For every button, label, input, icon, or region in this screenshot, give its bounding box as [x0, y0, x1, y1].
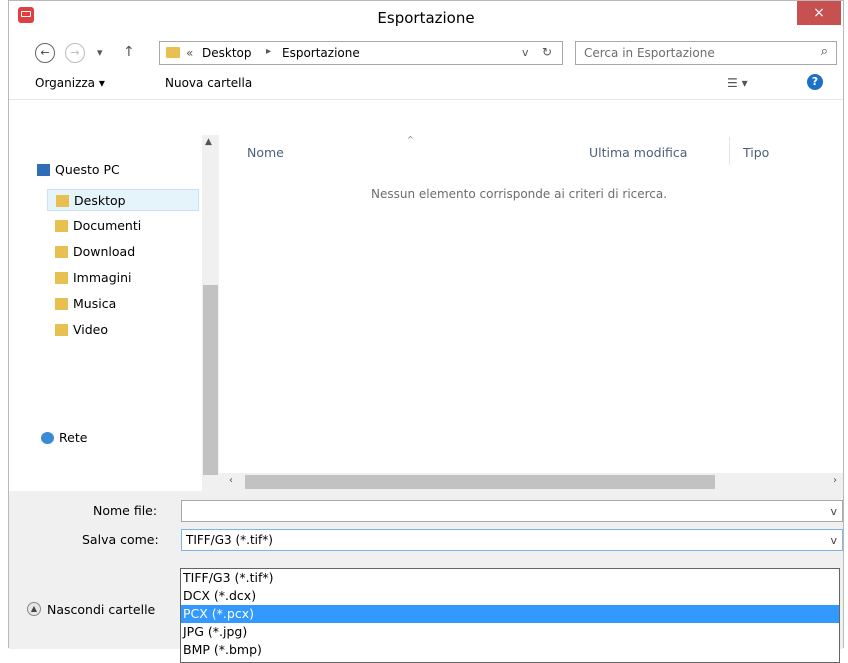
file-list: Nome ^ Ultima modifica Tipo Nessun eleme… — [219, 135, 843, 473]
file-type-dropdown-list: TIFF/G3 (*.tif*) DCX (*.dcx) PCX (*.pcx)… — [180, 568, 840, 663]
address-dropdown-icon[interactable]: v — [522, 46, 529, 59]
back-icon[interactable]: ← — [35, 43, 55, 63]
music-folder-icon — [55, 298, 68, 310]
file-type-option[interactable]: DCX (*.dcx) — [181, 587, 839, 605]
search-icon[interactable]: ⌕ — [821, 44, 828, 59]
help-icon[interactable]: ? — [807, 74, 823, 90]
refresh-icon[interactable]: ↻ — [542, 45, 552, 59]
sidebar-item-desktop[interactable]: Desktop — [47, 189, 199, 211]
scroll-up-icon[interactable]: ▲ — [205, 137, 212, 147]
sort-indicator-icon: ^ — [407, 135, 414, 144]
window-title: Esportazione — [377, 9, 475, 27]
breadcrumb-overflow[interactable]: « — [186, 46, 193, 60]
column-header-modified[interactable]: Ultima modifica — [589, 145, 687, 160]
file-list-scrollbar[interactable]: ‹ › — [219, 473, 843, 491]
sidebar-item-immagini[interactable]: Immagini — [55, 267, 132, 289]
documents-folder-icon — [55, 220, 68, 232]
file-type-option[interactable]: BMP (*.bmp) — [181, 641, 839, 659]
file-type-option-highlighted[interactable]: PCX (*.pcx) — [181, 605, 839, 623]
network-icon — [41, 432, 54, 444]
collapse-icon[interactable]: ▲ — [27, 602, 41, 616]
sidebar-item-download[interactable]: Download — [55, 241, 135, 263]
sidebar-item-questo-pc[interactable]: Questo PC — [37, 159, 120, 181]
file-type-option[interactable]: TIFF/G3 (*.tif*) — [181, 569, 839, 587]
pictures-folder-icon — [55, 272, 68, 284]
desktop-folder-icon — [56, 195, 69, 207]
saveas-dropdown-icon[interactable]: v — [830, 534, 837, 547]
recent-locations-icon[interactable]: ▾ — [97, 46, 103, 59]
file-type-option[interactable]: JPG (*.jpg) — [181, 623, 839, 641]
sidebar-item-musica[interactable]: Musica — [55, 293, 116, 315]
title-bar: Esportazione × — [9, 1, 843, 37]
breadcrumb-desktop[interactable]: Desktop — [202, 46, 252, 60]
command-bar: Organizza ▾ Nuova cartella ☰ ▾ ? — [9, 69, 843, 100]
filename-field[interactable]: v — [181, 500, 843, 522]
column-divider[interactable] — [729, 137, 730, 165]
export-dialog: Esportazione × ← → ▾ ↑ « Desktop ▸ Espor… — [8, 0, 844, 649]
sidebar-item-video[interactable]: Video — [55, 319, 108, 341]
navigation-bar: ← → ▾ ↑ « Desktop ▸ Esportazione v ↻ Cer… — [9, 37, 843, 69]
breadcrumb-esportazione[interactable]: Esportazione — [282, 46, 360, 60]
new-folder-button[interactable]: Nuova cartella — [165, 76, 252, 90]
scroll-right-icon[interactable]: › — [833, 475, 837, 486]
scrollbar-thumb[interactable] — [203, 285, 218, 475]
sidebar-item-documenti[interactable]: Documenti — [55, 215, 141, 237]
up-icon[interactable]: ↑ — [123, 44, 135, 60]
breadcrumb-separator: ▸ — [266, 46, 272, 57]
close-button[interactable]: × — [797, 1, 841, 25]
search-input[interactable]: Cerca in Esportazione — [584, 46, 715, 60]
scrollbar-thumb[interactable] — [245, 475, 715, 489]
saveas-select[interactable]: TIFF/G3 (*.tif*) v — [181, 529, 843, 551]
search-box[interactable]: Cerca in Esportazione ⌕ — [575, 41, 837, 65]
video-folder-icon — [55, 324, 68, 336]
view-options-icon[interactable]: ☰ ▾ — [727, 76, 748, 90]
empty-message: Nessun elemento corrisponde ai criteri d… — [371, 187, 668, 201]
navigation-pane-scrollbar[interactable]: ▲ — [202, 135, 219, 491]
forward-icon[interactable]: → — [65, 43, 85, 63]
scroll-left-icon[interactable]: ‹ — [229, 475, 233, 486]
hide-folders-button[interactable]: Nascondi cartelle — [47, 602, 155, 617]
computer-icon — [37, 164, 50, 176]
downloads-folder-icon — [55, 246, 68, 258]
filename-dropdown-icon[interactable]: v — [830, 505, 837, 518]
column-header-type[interactable]: Tipo — [743, 145, 769, 160]
address-bar[interactable]: « Desktop ▸ Esportazione v ↻ — [159, 41, 563, 65]
column-header-name[interactable]: Nome — [247, 145, 284, 160]
sidebar-item-rete[interactable]: Rete — [41, 427, 87, 449]
organize-button[interactable]: Organizza ▾ — [35, 76, 105, 90]
folder-icon — [166, 47, 180, 58]
filename-label: Nome file: — [93, 503, 158, 518]
saveas-value[interactable]: TIFF/G3 (*.tif*) — [186, 533, 273, 547]
saveas-label: Salva come: — [82, 532, 159, 547]
navigation-pane: Questo PC Desktop Documenti Download Imm… — [9, 135, 219, 491]
